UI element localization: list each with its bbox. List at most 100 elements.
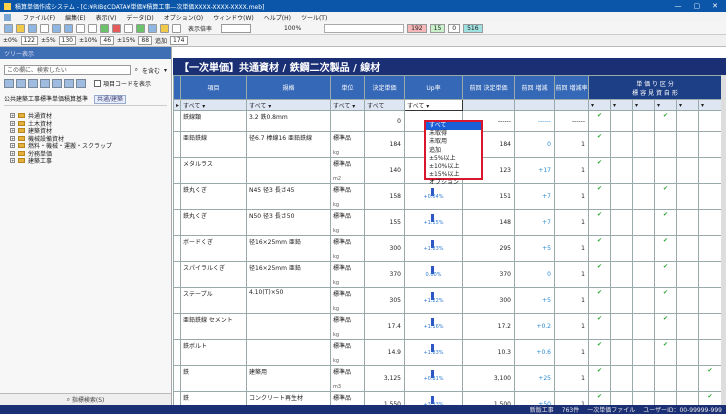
- flag-icon[interactable]: [112, 23, 121, 33]
- star-icon[interactable]: [160, 23, 169, 33]
- region-check-cell[interactable]: [697, 287, 721, 314]
- region-check-cell[interactable]: [610, 339, 633, 366]
- menu-edit[interactable]: 編集(E): [65, 13, 85, 22]
- cell-item[interactable]: 鉄丸くぎ: [180, 209, 247, 236]
- cell-spec[interactable]: 径16×25mm 亜鉛: [246, 261, 331, 288]
- table-row[interactable]: 鉄 建築用 標準品 m3 3,125 +0.81% 3,100 +25 1 ✔ ✔: [173, 365, 721, 392]
- menu-view[interactable]: 表示(V): [96, 13, 117, 22]
- region-check-cell[interactable]: [676, 183, 699, 210]
- cell-price[interactable]: 3,125: [364, 365, 405, 392]
- table-row[interactable]: スパイラルくぎ 径16×25mm 亜鉛 標準品 kg 370 0.00% 370 0 1 ✔ ✔: [173, 261, 721, 288]
- region-check-cell[interactable]: [697, 313, 721, 340]
- region-check-cell[interactable]: [676, 110, 699, 132]
- cell-unit[interactable]: 標準品 kg: [330, 183, 365, 210]
- expand-icon[interactable]: +: [10, 128, 15, 134]
- region-check-cell[interactable]: ✔: [588, 209, 611, 236]
- filter-icon[interactable]: [136, 23, 145, 33]
- region-check-cell[interactable]: [632, 261, 655, 288]
- tree-button-6[interactable]: [64, 79, 74, 88]
- region-check-cell[interactable]: [676, 313, 699, 340]
- tree-button-7[interactable]: [76, 79, 86, 88]
- region-check-cell[interactable]: [632, 365, 655, 392]
- cell-price[interactable]: 1,550: [364, 391, 405, 405]
- expand-icon[interactable]: +: [10, 113, 15, 119]
- region-check-cell[interactable]: [697, 235, 721, 262]
- tree-button-1[interactable]: [4, 79, 14, 88]
- cell-price[interactable]: 155: [364, 209, 405, 236]
- cell-unit[interactable]: 標準品 kg: [330, 131, 365, 158]
- count-badge-plain[interactable]: 0: [448, 23, 461, 33]
- cell-item[interactable]: 鉄: [180, 391, 247, 405]
- region-check-cell[interactable]: [676, 365, 699, 392]
- region-check-cell[interactable]: [654, 131, 677, 158]
- filter-region[interactable]: ▾: [676, 99, 699, 111]
- cell-price[interactable]: 370: [364, 261, 405, 288]
- cell-spec[interactable]: コンクリート再生材: [246, 391, 331, 405]
- tree-button-4[interactable]: [40, 79, 50, 88]
- open-icon[interactable]: [16, 23, 25, 33]
- cell-unit[interactable]: 標準品m3: [330, 391, 365, 405]
- table-row[interactable]: ステープル 4.10(T)×50 標準品 kg 305 +1.22% 300 +5 1 ✔ ✔: [173, 287, 721, 314]
- region-check-cell[interactable]: ✔: [588, 183, 611, 210]
- region-check-cell[interactable]: [697, 131, 721, 158]
- table-row[interactable]: ボードくぎ 径16×25mm 亜鉛 標準品 kg 300 +1.83% 295 +5 1 ✔ ✔: [173, 235, 721, 262]
- cell-item[interactable]: 鉄ボルト: [180, 339, 247, 366]
- cell-unit[interactable]: 標準品m3: [330, 365, 365, 392]
- cell-unit[interactable]: 標準品 m2: [330, 157, 365, 184]
- filter-price[interactable]: すべて: [364, 99, 405, 111]
- cell-spec[interactable]: 4.10(T)×50: [246, 287, 331, 314]
- region-check-cell[interactable]: [676, 391, 699, 405]
- region-check-cell[interactable]: ✔: [588, 131, 611, 158]
- cell-spec[interactable]: N50 径3 長さ50: [246, 209, 331, 236]
- table-row[interactable]: 亜鉛鉄線 セメント 標準品 kg 17.4 +1.16% 17.2 +0.2 1 ✔ ✔: [173, 313, 721, 340]
- copy-icon[interactable]: [52, 23, 61, 33]
- region-check-cell[interactable]: ✔: [654, 209, 677, 236]
- region-check-cell[interactable]: [610, 391, 633, 405]
- region-check-cell[interactable]: ✔: [588, 391, 611, 405]
- region-check-cell[interactable]: ✔: [588, 339, 611, 366]
- expand-icon[interactable]: +: [10, 150, 15, 156]
- region-check-cell[interactable]: [632, 339, 655, 366]
- region-check-cell[interactable]: [676, 131, 699, 158]
- region-check-cell[interactable]: ✔: [588, 157, 611, 184]
- menu-window[interactable]: ウィンドウ(W): [213, 13, 254, 22]
- filter-item[interactable]: すべて ▾: [180, 99, 247, 111]
- region-check-cell[interactable]: ✔: [697, 365, 721, 392]
- dropdown-option[interactable]: ±10%以上: [426, 163, 481, 171]
- expand-icon[interactable]: +: [10, 143, 15, 149]
- region-check-cell[interactable]: ✔: [654, 339, 677, 366]
- region-check-cell[interactable]: ✔: [654, 110, 677, 132]
- region-check-cell[interactable]: [632, 110, 655, 132]
- index-search-button[interactable]: ⌕ 指標検索(S): [0, 393, 171, 405]
- cell-unit[interactable]: 標準品 kg: [330, 287, 365, 314]
- sort-icon[interactable]: [148, 23, 157, 33]
- cell-spec[interactable]: 径6.7 棒線16 亜鉛鉄線: [246, 131, 331, 158]
- table-row[interactable]: 鉄 コンクリート再生材 標準品m31,550+3.33%1,500+501 ✔ ✔: [173, 391, 721, 405]
- filter-region[interactable]: ▾: [588, 99, 611, 111]
- zoom-combo[interactable]: [324, 23, 405, 33]
- cell-uprate[interactable]: +1.22%: [404, 287, 463, 314]
- region-check-cell[interactable]: ✔: [654, 287, 677, 314]
- dropdown-option[interactable]: すべて: [426, 122, 481, 131]
- cell-uprate[interactable]: +1.16%: [404, 313, 463, 340]
- cell-price[interactable]: 305: [364, 287, 405, 314]
- region-check-cell[interactable]: [697, 183, 721, 210]
- region-check-cell[interactable]: [697, 110, 721, 132]
- region-check-cell[interactable]: [632, 287, 655, 314]
- uprate-dropdown[interactable]: すべて 未取得 未取用 追加 ±5%以上 ±10%以上 ±15%以上 オプション: [424, 120, 483, 186]
- filter-region[interactable]: ▾: [697, 99, 721, 111]
- tree-button-3[interactable]: [28, 79, 38, 88]
- filter-unit[interactable]: すべて ▾: [330, 99, 365, 111]
- cell-price[interactable]: 158: [364, 183, 405, 210]
- region-check-cell[interactable]: ✔: [654, 235, 677, 262]
- filter-count-2[interactable]: 46: [100, 36, 115, 45]
- region-check-cell[interactable]: [610, 157, 633, 184]
- undo-icon[interactable]: [76, 23, 85, 33]
- cell-item[interactable]: 亜鉛鉄線: [180, 131, 247, 158]
- redo-icon[interactable]: [88, 23, 97, 33]
- filter-uprate[interactable]: すべて ▾: [404, 99, 463, 111]
- region-check-cell[interactable]: [632, 313, 655, 340]
- region-check-cell[interactable]: [632, 209, 655, 236]
- search-input[interactable]: この欄に、検索したい: [4, 65, 131, 75]
- vertical-scrollbar[interactable]: [721, 75, 726, 405]
